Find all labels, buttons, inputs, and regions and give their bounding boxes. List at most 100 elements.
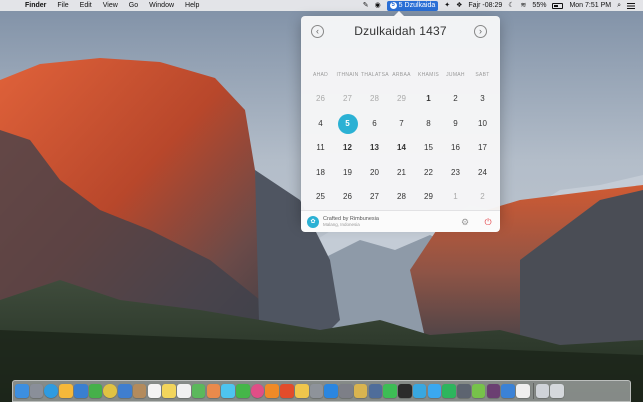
bird-icon[interactable]: ❖ [456, 1, 462, 11]
dock-contacts-icon[interactable] [132, 384, 147, 398]
weekday-label: AHAD [312, 72, 329, 78]
dock-app-store-blue-icon[interactable] [73, 384, 88, 398]
hijri-status-item[interactable]: 5 5 Dzulkaida [386, 0, 439, 11]
calendar-day[interactable]: 21 [388, 162, 415, 187]
settings-gear-icon[interactable]: ⚙ [459, 216, 471, 228]
calendar-day-number: 2 [480, 192, 485, 201]
calendar-day[interactable]: 16 [442, 137, 469, 162]
battery-icon[interactable] [552, 2, 564, 9]
calendar-day[interactable]: 28 [361, 88, 388, 113]
calendar-day[interactable]: 15 [415, 137, 442, 162]
dock-notes-icon[interactable] [162, 384, 176, 398]
dock-activity-monitor-icon[interactable] [457, 384, 471, 398]
calendar-day-number: 4 [318, 118, 323, 128]
dock-calendar-icon[interactable] [147, 384, 162, 398]
dock-chrome-icon[interactable] [103, 384, 117, 398]
prayer-time-status[interactable]: Fajr -08:29 [468, 2, 502, 9]
calendar-day[interactable]: 29 [388, 88, 415, 113]
hijri-app-icon[interactable]: ◉ [375, 1, 381, 11]
calendar-day[interactable]: 18 [307, 162, 334, 187]
calendar-day[interactable]: 10 [469, 113, 496, 138]
calendar-day[interactable]: 19 [334, 162, 361, 187]
calendar-day[interactable]: 14 [388, 137, 415, 162]
calendar-day[interactable]: 22 [415, 162, 442, 187]
dock-launchpad-icon[interactable] [29, 384, 44, 398]
calendar-day[interactable]: 7 [388, 113, 415, 138]
twitter-icon[interactable]: ✦ [444, 1, 450, 11]
menu-window[interactable]: Window [149, 2, 174, 9]
dock-ibooks-icon[interactable] [265, 384, 280, 398]
dock-sketch-icon[interactable] [59, 384, 73, 398]
list-icon[interactable] [627, 2, 635, 9]
menu-view[interactable]: View [103, 2, 118, 9]
dock-system-preferences-icon[interactable] [309, 384, 324, 398]
dock-finder-icon[interactable] [15, 384, 29, 398]
dock-trash-icon[interactable] [550, 384, 565, 398]
menu-file[interactable]: File [57, 2, 68, 9]
calendar-day[interactable]: 27 [361, 186, 388, 211]
dock-photos-icon[interactable] [206, 384, 221, 398]
calendar-day[interactable]: 3 [469, 88, 496, 113]
dock-itunes-icon[interactable] [250, 384, 265, 398]
dock-xcode-icon[interactable] [501, 384, 515, 398]
quit-power-icon[interactable]: ⏻ [482, 216, 494, 228]
calendar-day[interactable]: 4 [307, 113, 334, 138]
calendar-day[interactable]: 25 [307, 186, 334, 211]
dock-downloads-stack-icon[interactable] [535, 384, 550, 398]
menu-go[interactable]: Go [129, 2, 138, 9]
calendar-day[interactable]: 27 [334, 88, 361, 113]
calendar-day[interactable]: 13 [361, 137, 388, 162]
dock-coin-icon[interactable] [353, 384, 368, 398]
calendar-day[interactable]: 17 [469, 137, 496, 162]
calendar-day[interactable]: 2 [469, 186, 496, 211]
dock-facetime-icon[interactable] [236, 384, 250, 398]
calendar-day[interactable]: 26 [307, 88, 334, 113]
rimbunesia-logo-icon[interactable]: ✿ [307, 216, 319, 228]
dock-spotify-icon[interactable] [442, 384, 456, 398]
menu-edit[interactable]: Edit [80, 2, 92, 9]
dock-app-store-icon[interactable] [324, 384, 339, 398]
wifi-icon[interactable]: ≋ [521, 1, 527, 11]
menu-clock[interactable]: Mon 7:51 PM [569, 2, 611, 9]
search-icon[interactable]: ⌕ [617, 1, 621, 11]
calendar-day[interactable]: 29 [415, 186, 442, 211]
dock-whatsapp-icon[interactable] [383, 384, 397, 398]
weekday-label: ARBAA [392, 72, 411, 78]
dock-evernote-icon[interactable] [88, 384, 103, 398]
dock-reminders-icon[interactable] [177, 384, 191, 398]
dock-slack-icon[interactable] [486, 384, 501, 398]
next-month-button[interactable]: › [474, 25, 487, 38]
calendar-day[interactable]: 6 [361, 113, 388, 138]
calendar-day[interactable]: 8 [415, 113, 442, 138]
menu-help[interactable]: Help [185, 2, 199, 9]
dock-android-studio-icon[interactable] [471, 384, 486, 398]
calendar-day[interactable]: 24 [469, 162, 496, 187]
calendar-day[interactable]: 28 [388, 186, 415, 211]
calendar-day[interactable]: 23 [442, 162, 469, 187]
calendar-day[interactable]: 12 [334, 137, 361, 162]
script-icon[interactable]: ✎ [363, 1, 369, 11]
dock-telegram-icon[interactable] [412, 384, 427, 398]
battery-percent[interactable]: 55% [532, 2, 546, 9]
app-menu-finder[interactable]: Finder [25, 2, 46, 9]
dock-twitter-icon[interactable] [427, 384, 442, 398]
calendar-day[interactable]: 20 [361, 162, 388, 187]
moon-icon[interactable]: ☾ [508, 1, 514, 11]
calendar-day[interactable]: 2 [442, 88, 469, 113]
dock-tunnelblick-icon[interactable] [368, 384, 383, 398]
calendar-day[interactable]: 1 [415, 88, 442, 113]
dock-mail-icon[interactable] [294, 384, 309, 398]
dock-vlc-icon[interactable] [280, 384, 294, 398]
calendar-day[interactable]: 26 [334, 186, 361, 211]
calendar-day-today[interactable]: 5 [334, 113, 361, 138]
dock-safari-icon[interactable] [44, 384, 59, 398]
dock-maps-icon[interactable] [191, 384, 206, 398]
dock-automator-icon[interactable] [339, 384, 353, 398]
calendar-day[interactable]: 1 [442, 186, 469, 211]
dock-preview-icon[interactable] [118, 384, 132, 398]
calendar-day[interactable]: 11 [307, 137, 334, 162]
calendar-day[interactable]: 9 [442, 113, 469, 138]
dock-messages-icon[interactable] [221, 384, 235, 398]
dock-terminal-icon[interactable] [398, 384, 412, 398]
dock-textedit-icon[interactable] [515, 384, 530, 398]
